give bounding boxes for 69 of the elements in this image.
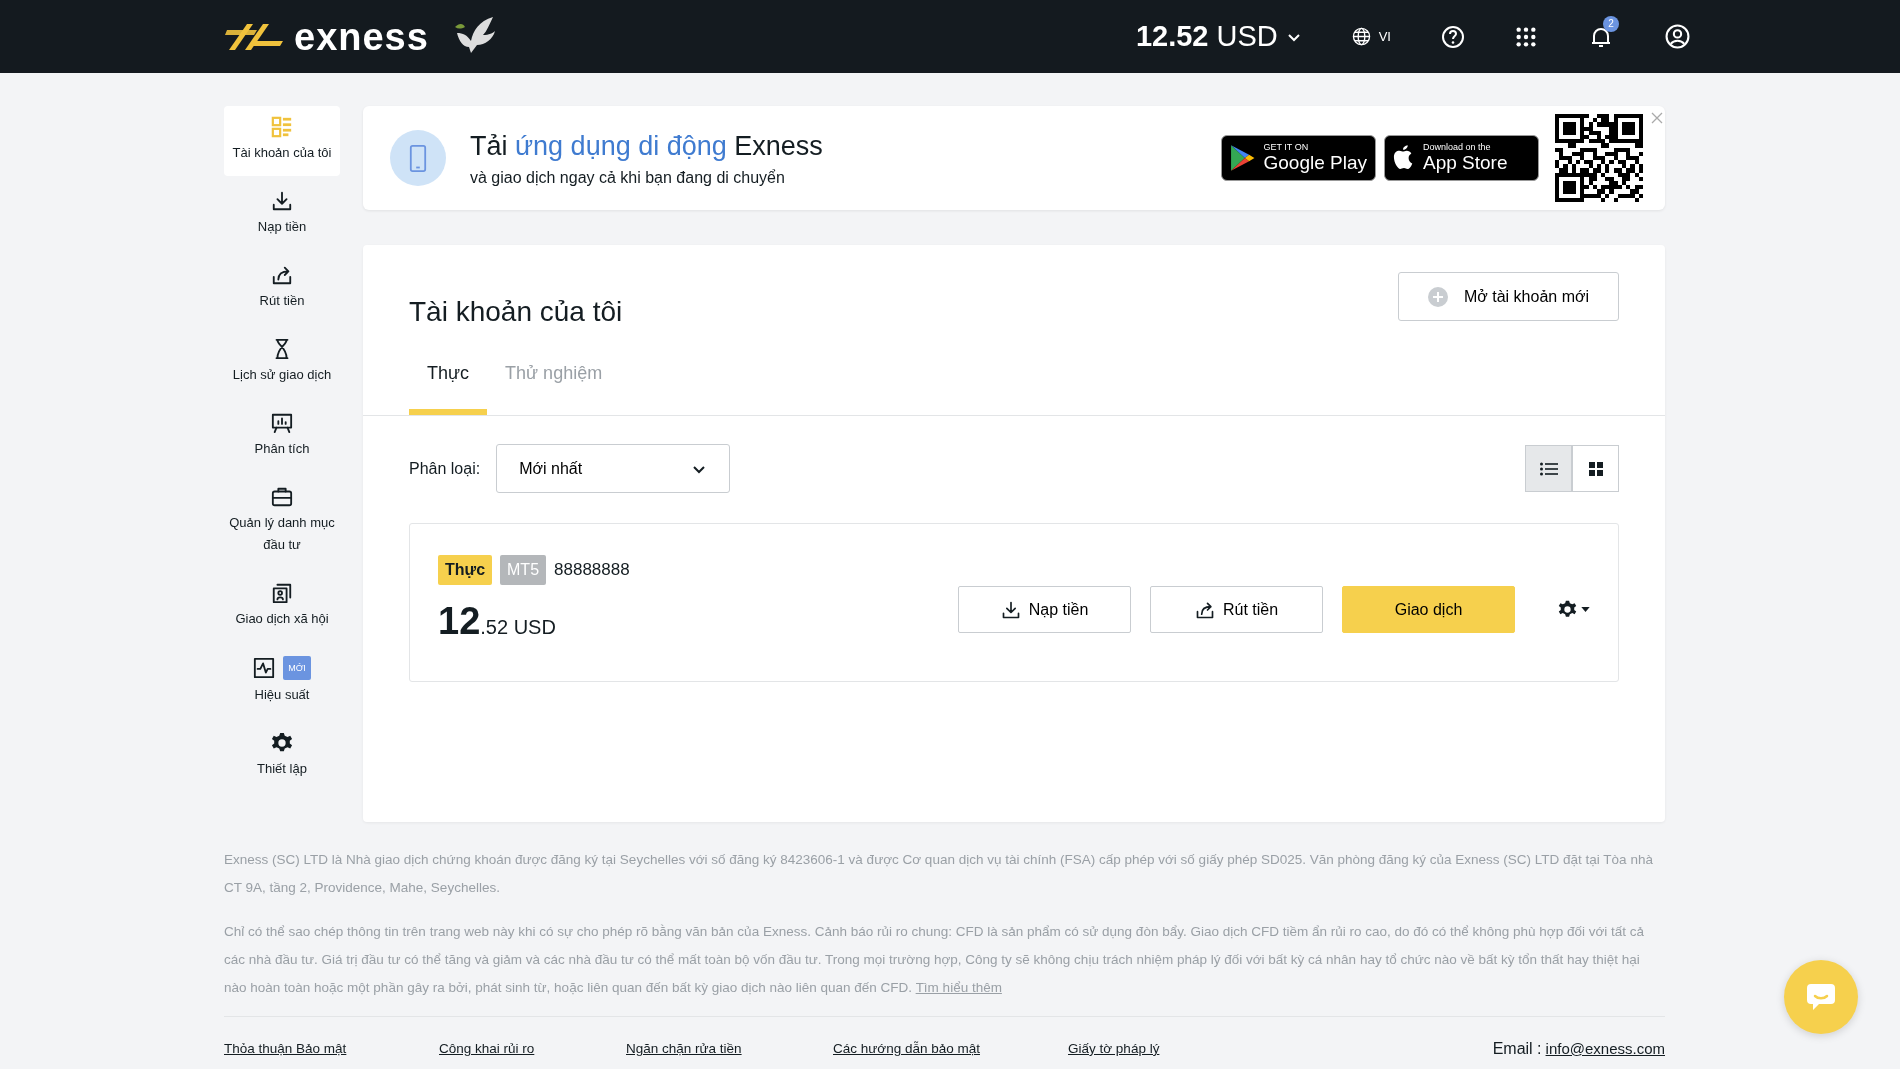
- caret-icon: [1581, 607, 1590, 612]
- chat-bubble-icon: [1805, 982, 1837, 1012]
- logo-icon: [224, 21, 286, 52]
- tab[interactable]: Thực: [409, 346, 488, 415]
- user-icon: [1665, 24, 1690, 50]
- disclaimer-text: Chỉ có thể sao chép thông tin trên trang web này khi có sự cho phép rõ bằng văn bản của Exness. Cảnh báo rủi ro chung: CFD là sản phẩm có sử dụng đòn bẩy. Giao dịch CFD tiềm ẩn rủi ro cao, do đó có thể không phù hợp đối với tất cả các nhà đầu tư. Giá trị đầu tư có thể tăng và giảm và các nhà đầu tư có thể mất toàn bộ vốn đầu tư. Trong mọi trường hợp, Công ty sẽ không chịu trách nhiệm pháp lý đối với bất kỳ cá nhân hay tổ chức nào về bất kỳ tổn thất hay thiệt hại nào hoàn toàn hoặc một phần gây ra bởi, phát sinh từ, hoặc liên quan đến bất kỳ giao dịch nào liên quan đến CFD. Tìm hiểu thêm: [224, 923, 1646, 997]
- close-icon: [1651, 112, 1663, 125]
- grid-view-icon: [1588, 461, 1603, 476]
- sidebar-item[interactable]: Quản lý danh mục đầu tư: [224, 476, 340, 568]
- store-badge[interactable]: Download on the App Store: [1384, 135, 1539, 181]
- copy-icon: [271, 582, 293, 604]
- email-label: Email :: [1492, 1039, 1542, 1059]
- disclaimer-text: Exness (SC) LTD là Nhà giao dịch chứng khoán được đăng ký tại Seychelles với số đăng ký 8423606-1 và được Cơ quan dịch vụ tài chính (FSA) cấp phép với số giấy phép SD025. Văn phòng đăng ký của Exness (SC) LTD đặt tại Tòa nhà CT 9A, tầng 2, Providence, Mahe, Seychelles.: [224, 851, 1654, 897]
- gear-icon: [1558, 600, 1577, 619]
- view-toggle[interactable]: [1572, 445, 1619, 492]
- footer-link[interactable]: Ngăn chặn rửa tiền: [626, 1038, 833, 1060]
- profile-button[interactable]: [1665, 23, 1690, 50]
- notification-count: 2: [1603, 16, 1619, 33]
- grid-icon: [271, 116, 293, 138]
- globe-icon: [1351, 27, 1371, 46]
- deposit-button[interactable]: Nạp tiền: [958, 586, 1131, 633]
- open-account-button[interactable]: Mở tài khoản mới: [1398, 272, 1619, 321]
- phone-drawing: [409, 144, 427, 172]
- briefcase-icon: [271, 486, 293, 508]
- chart-icon: [253, 657, 276, 679]
- banner-title: Tải ứng dụng di động Exness: [470, 129, 823, 163]
- withdraw-button[interactable]: Rút tiền: [1150, 586, 1323, 633]
- apple-icon: [1393, 145, 1415, 171]
- store-badge[interactable]: GET IT ON Google Play: [1221, 135, 1376, 181]
- upload-icon: [1194, 599, 1215, 620]
- plus-circle-icon: [1428, 286, 1448, 307]
- footer-link[interactable]: Thỏa thuận Bảo mật: [224, 1038, 439, 1060]
- play-store-icon: [1230, 144, 1256, 172]
- filter-label: Phân loại:: [409, 458, 481, 479]
- sidebar-item[interactable]: Phân tích: [224, 402, 340, 472]
- account-number: 88888888: [554, 559, 630, 582]
- trade-button[interactable]: Giao dịch: [1342, 586, 1515, 633]
- footer-link[interactable]: Giấy tờ pháp lý: [1068, 1038, 1160, 1060]
- presentation-icon: [271, 412, 293, 434]
- language-selector[interactable]: VI: [1351, 26, 1391, 47]
- new-badge: MỚI: [283, 656, 311, 680]
- sidebar-item[interactable]: Rút tiền: [224, 254, 340, 324]
- view-toggle[interactable]: [1525, 445, 1572, 492]
- logo-text[interactable]: exness: [294, 17, 429, 56]
- sidebar-item[interactable]: Giao dịch xã hội: [224, 572, 340, 642]
- footer-link[interactable]: Công khai rủi ro: [439, 1038, 626, 1060]
- help-button[interactable]: [1441, 24, 1465, 49]
- upload-icon: [271, 264, 293, 286]
- sort-dropdown[interactable]: Mới nhất: [496, 444, 731, 493]
- download-icon: [271, 190, 293, 212]
- page-title: Tài khoản của tôi: [409, 295, 623, 329]
- sidebar-item[interactable]: Tài khoản của tôi: [224, 106, 340, 176]
- sidebar-item[interactable]: Thiết lập: [224, 722, 340, 792]
- balance-dropdown[interactable]: 12.52 USD: [1135, 14, 1302, 59]
- settings-dropdown[interactable]: [1558, 600, 1590, 619]
- account-balance: 12.52 USD: [438, 599, 557, 644]
- gear-icon: [271, 732, 293, 754]
- sidebar-item[interactable]: MỚI Hiệu suất: [224, 646, 340, 718]
- platform-tag: MT5: [500, 555, 547, 585]
- banner-subtitle: và giao dịch ngay cả khi bạn đang di chuyển: [470, 168, 786, 189]
- email-link[interactable]: info@exness.com: [1545, 1037, 1665, 1061]
- account-type-tag: Thực: [438, 555, 493, 585]
- sidebar-item[interactable]: Nạp tiền: [224, 180, 340, 250]
- download-icon: [1000, 599, 1021, 620]
- help-icon: [1441, 24, 1465, 49]
- sidebar-item[interactable]: Lịch sử giao dịch: [224, 328, 340, 398]
- apps-grid-icon: [1515, 26, 1537, 49]
- footer-link[interactable]: Các hướng dẫn bảo mật: [833, 1038, 1068, 1060]
- list-icon: [1539, 461, 1558, 476]
